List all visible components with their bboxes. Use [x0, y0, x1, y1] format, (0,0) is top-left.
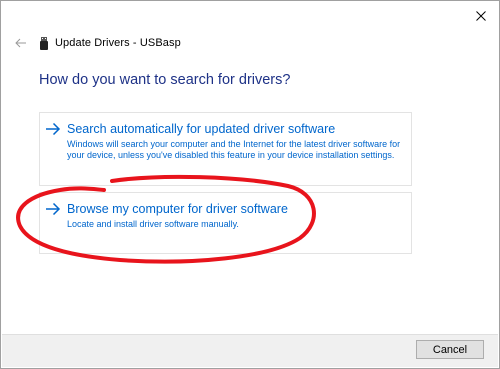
dialog-footer: Cancel	[2, 334, 498, 367]
option-description: Locate and install driver software manua…	[67, 219, 239, 229]
usb-device-icon	[39, 36, 49, 50]
option-title: Browse my computer for driver software	[67, 202, 288, 216]
back-button[interactable]	[13, 35, 29, 51]
browse-computer-option[interactable]: Browse my computer for driver software L…	[39, 192, 412, 254]
search-automatically-option[interactable]: Search automatically for updated driver …	[39, 112, 412, 186]
update-drivers-dialog: Update Drivers - USBasp How do you want …	[0, 0, 500, 369]
option-title: Search automatically for updated driver …	[67, 122, 336, 136]
close-button[interactable]	[471, 6, 491, 26]
dialog-header: Update Drivers - USBasp	[13, 35, 181, 51]
back-arrow-icon	[15, 38, 26, 48]
page-heading: How do you want to search for drivers?	[39, 72, 291, 88]
cancel-button[interactable]: Cancel	[416, 340, 484, 359]
option-description: Windows will search your computer and th…	[67, 139, 401, 160]
arrow-right-icon	[46, 202, 61, 216]
arrow-right-icon	[46, 122, 61, 136]
close-icon	[476, 11, 486, 21]
window-title: Update Drivers - USBasp	[55, 37, 181, 49]
